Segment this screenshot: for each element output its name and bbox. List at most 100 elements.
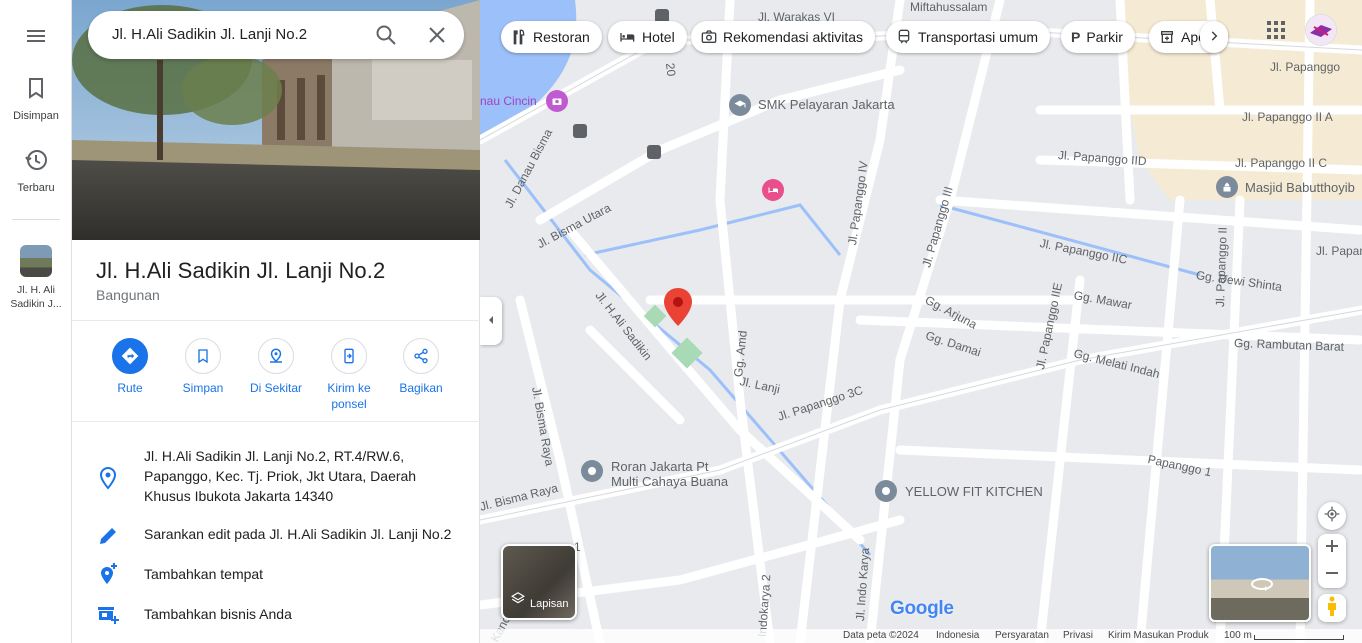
poi-masjid[interactable]: Masjid Babutthoyib <box>1245 180 1355 195</box>
chip-activities[interactable]: Rekomendasi aktivitas <box>691 21 876 53</box>
hamburger-icon <box>24 30 48 52</box>
minus-icon <box>1326 566 1338 584</box>
chips-scroll-right[interactable] <box>1200 21 1228 53</box>
recent-button[interactable]: Terbaru <box>0 148 72 195</box>
layers-button[interactable]: Lapisan <box>501 544 577 620</box>
add-business-row[interactable]: Tambahkan bisnis Anda <box>72 604 480 626</box>
suggest-edit-row[interactable]: Sarankan edit pada Jl. H.Ali Sadikin Jl.… <box>72 524 480 546</box>
hotel-poi-icon[interactable] <box>762 179 784 201</box>
poi-danau-cincin[interactable]: nau Cincin <box>480 94 537 108</box>
pharmacy-icon <box>1159 29 1175 45</box>
divider <box>72 320 480 321</box>
saved-label: Disimpan <box>13 110 59 122</box>
zoom-out-button[interactable] <box>1318 561 1346 588</box>
search-icon[interactable] <box>374 23 398 47</box>
rotate-360-icon <box>1251 576 1273 597</box>
nearby-icon <box>258 338 294 374</box>
close-icon[interactable] <box>425 23 449 47</box>
plus-icon <box>1326 539 1338 557</box>
zoom-in-button[interactable] <box>1318 534 1346 561</box>
apps-grid-icon[interactable] <box>1264 18 1288 42</box>
my-location-button[interactable] <box>1318 502 1346 530</box>
street-label: Jl. Papanggo II <box>1213 226 1230 308</box>
school-poi-icon[interactable] <box>729 94 751 116</box>
terms-link[interactable]: Persyaratan <box>995 630 1049 641</box>
poi-miftahussalam[interactable]: Miftahussalam <box>910 0 987 14</box>
my-location-icon <box>1324 506 1340 527</box>
pegman-button[interactable] <box>1318 594 1346 622</box>
camera-icon <box>701 29 717 45</box>
map-data-text: Data peta ©2024 <box>843 630 919 641</box>
restaurant-icon <box>511 29 527 45</box>
add-location-icon <box>96 562 120 586</box>
map-footer: Data peta ©2024 Indonesia Persyaratan Pr… <box>480 629 1362 643</box>
save-button[interactable]: Simpan <box>167 338 239 396</box>
place-panel: Jl. H.Ali Sadikin Jl. Lanji No.2 Jl. H.A… <box>72 0 480 643</box>
place-category[interactable]: Bangunan <box>96 287 160 303</box>
add-business-icon <box>96 602 120 626</box>
divider <box>72 421 480 422</box>
google-maps-app: Disimpan Terbaru Jl. H. Ali Sadikin J... <box>0 0 1362 643</box>
recent-place-thumbnail <box>20 245 52 277</box>
street-view-preview[interactable] <box>1209 544 1311 622</box>
chevron-left-icon <box>486 312 496 330</box>
kitchen-poi-icon[interactable] <box>875 480 897 502</box>
business-poi-icon[interactable] <box>581 460 603 482</box>
recent-place-label: Jl. H. Ali Sadikin J... <box>10 284 62 310</box>
mosque-poi-icon[interactable] <box>1216 176 1238 198</box>
poi-yellow-fit[interactable]: YELLOW FIT KITCHEN <box>905 484 1043 499</box>
location-pin-icon <box>96 466 120 490</box>
saved-button[interactable]: Disimpan <box>0 76 72 123</box>
street-label: 20 <box>663 62 679 78</box>
bookmark-icon <box>24 78 48 104</box>
search-input[interactable]: Jl. H.Ali Sadikin Jl. Lanji No.2 <box>112 26 307 43</box>
nearby-button[interactable]: Di Sekitar <box>240 338 312 396</box>
place-pin-icon[interactable] <box>664 288 692 331</box>
address-row[interactable]: Jl. H.Ali Sadikin Jl. Lanji No.2, RT.4/R… <box>72 446 480 508</box>
map-canvas[interactable]: SMK Pelayaran Jakarta nau Cincin Roran J… <box>480 0 1362 643</box>
collapse-panel-button[interactable] <box>480 297 502 345</box>
chip-hotel[interactable]: Hotel <box>608 21 687 53</box>
bus-stop-icon[interactable] <box>573 124 587 138</box>
rail-divider <box>12 219 60 220</box>
suggest-edit-text: Sarankan edit pada Jl. H.Ali Sadikin Jl.… <box>144 526 452 542</box>
hotel-icon <box>618 29 636 45</box>
feedback-link[interactable]: Kirim Masukan Produk <box>1108 630 1209 641</box>
transit-icon <box>896 29 912 45</box>
add-place-text: Tambahkan tempat <box>144 566 264 582</box>
directions-icon <box>112 338 148 374</box>
layers-label: Lapisan <box>530 598 569 610</box>
account-avatar[interactable] <box>1306 15 1336 45</box>
layers-icon <box>511 591 525 610</box>
chip-transit[interactable]: Transportasi umum <box>886 21 1051 53</box>
add-place-row[interactable]: Tambahkan tempat <box>72 562 480 586</box>
share-button[interactable]: Bagikan <box>385 338 457 396</box>
google-logo: Google <box>890 598 954 619</box>
poi-roran[interactable]: Roran Jakarta Pt Multi Cahaya Buana <box>611 459 728 489</box>
scale-label[interactable]: 100 m <box>1224 630 1252 641</box>
bus-stop-icon[interactable] <box>647 145 661 159</box>
street-label: Jl. Papanggo <box>1270 60 1341 74</box>
recent-place-item[interactable]: Jl. H. Ali Sadikin J... <box>0 245 72 311</box>
menu-button[interactable] <box>0 24 72 53</box>
send-to-phone-icon <box>331 338 367 374</box>
chip-restaurant[interactable]: Restoran <box>501 21 602 53</box>
chevron-right-icon <box>1207 29 1221 46</box>
search-box[interactable]: Jl. H.Ali Sadikin Jl. Lanji No.2 <box>88 11 464 59</box>
pencil-icon <box>96 524 120 548</box>
add-business-text: Tambahkan bisnis Anda <box>144 606 292 622</box>
place-title: Jl. H.Ali Sadikin Jl. Lanji No.2 <box>96 258 386 283</box>
camera-poi-icon[interactable] <box>546 90 568 112</box>
share-icon <box>403 338 439 374</box>
country-link[interactable]: Indonesia <box>936 630 979 641</box>
street-label: Jl. Papang <box>1316 244 1362 258</box>
parking-icon: P <box>1071 29 1081 45</box>
chip-parking[interactable]: P Parkir <box>1061 21 1135 53</box>
privacy-link[interactable]: Privasi <box>1063 630 1093 641</box>
send-to-phone-button[interactable]: Kirim ke ponsel <box>313 338 385 412</box>
address-text: Jl. H.Ali Sadikin Jl. Lanji No.2, RT.4/R… <box>144 448 417 504</box>
street-label: Jl. Papanggo II C <box>1235 156 1328 170</box>
poi-smk[interactable]: SMK Pelayaran Jakarta <box>758 97 895 112</box>
pegman-icon <box>1325 596 1339 621</box>
directions-button[interactable]: Rute <box>94 338 166 396</box>
